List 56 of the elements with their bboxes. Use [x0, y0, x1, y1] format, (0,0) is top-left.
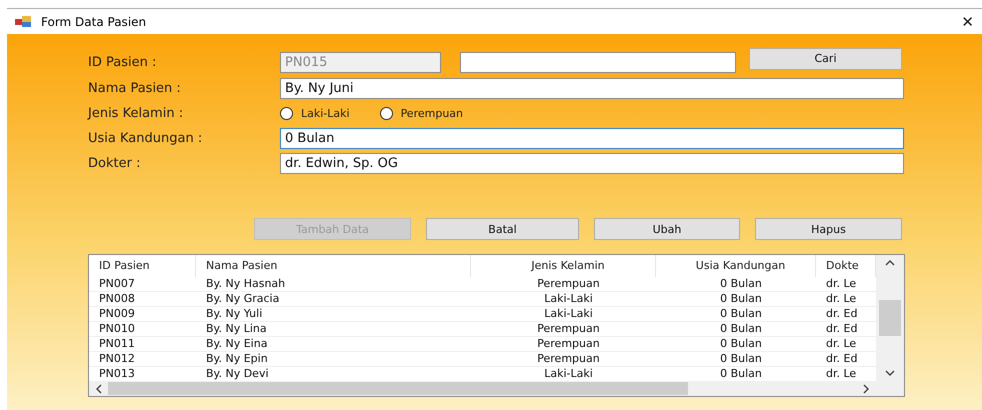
radio-label[interactable]: Laki-Laki	[301, 107, 350, 120]
table-cell: 0 Bulan	[656, 352, 816, 367]
scroll-right-icon[interactable]	[863, 384, 870, 394]
table-cell: Laki-Laki	[471, 292, 656, 307]
table-cell: By. Ny Yuli	[196, 307, 471, 322]
column-header[interactable]: Jenis Kelamin	[471, 255, 656, 277]
radio-button[interactable]	[280, 107, 293, 120]
table-cell: Perempuan	[471, 352, 656, 367]
field-label: Dokter :	[88, 156, 142, 171]
column-header[interactable]: Nama Pasien	[196, 255, 471, 277]
table-cell: PN012	[89, 352, 196, 367]
table-cell: By. Ny Gracia	[196, 292, 471, 307]
scroll-left-icon[interactable]	[95, 384, 102, 394]
table-cell: PN007	[89, 277, 196, 292]
table-cell: PN011	[89, 337, 196, 352]
table-cell: By. Ny Hasnah	[196, 277, 471, 292]
table-cell: 0 Bulan	[656, 322, 816, 337]
text-field[interactable]: dr. Edwin, Sp. OG	[280, 153, 904, 174]
field-label: Usia Kandungan :	[88, 131, 204, 146]
field-label: ID Pasien :	[88, 55, 158, 70]
column-header[interactable]: ID Pasien	[89, 255, 196, 277]
table-cell: 0 Bulan	[656, 337, 816, 352]
table-cell: Laki-Laki	[471, 307, 656, 322]
field-label: Jenis Kelamin :	[88, 106, 184, 121]
table-cell: Perempuan	[471, 337, 656, 352]
table-cell: Perempuan	[471, 277, 656, 292]
table-cell: PN010	[89, 322, 196, 337]
column-header[interactable]: Usia Kandungan	[656, 255, 816, 277]
scroll-down-icon[interactable]	[885, 370, 895, 377]
table-cell: 0 Bulan	[656, 292, 816, 307]
scroll-thumb[interactable]	[879, 300, 901, 336]
action-button[interactable]: Batal	[426, 218, 579, 240]
search-field[interactable]	[460, 52, 736, 73]
action-button[interactable]: Hapus	[755, 218, 902, 240]
scroll-thumb[interactable]	[108, 382, 688, 395]
table-cell: By. Ny Lina	[196, 322, 471, 337]
app-icon	[15, 16, 31, 27]
scroll-up-icon[interactable]	[885, 259, 895, 266]
field-label: Nama Pasien :	[88, 81, 182, 96]
text-field[interactable]: 0 Bulan	[280, 128, 904, 149]
radio-label[interactable]: Perempuan	[400, 107, 464, 120]
table-cell: Perempuan	[471, 322, 656, 337]
table-cell: PN008	[89, 292, 196, 307]
close-button[interactable]: ✕	[961, 12, 974, 30]
table-cell: By. Ny Eina	[196, 337, 471, 352]
horizontal-scrollbar[interactable]	[89, 381, 876, 396]
table-cell: PN009	[89, 307, 196, 322]
radio-button[interactable]	[380, 107, 393, 120]
table-cell: 0 Bulan	[656, 307, 816, 322]
vertical-scrollbar[interactable]	[876, 255, 904, 381]
table-cell: 0 Bulan	[656, 277, 816, 292]
table-cell: By. Ny Epin	[196, 352, 471, 367]
text-field[interactable]: By. Ny Juni	[280, 78, 904, 99]
search-button[interactable]: Cari	[749, 48, 902, 70]
action-button[interactable]: Ubah	[594, 218, 740, 240]
window-title: Form Data Pasien	[41, 14, 148, 28]
